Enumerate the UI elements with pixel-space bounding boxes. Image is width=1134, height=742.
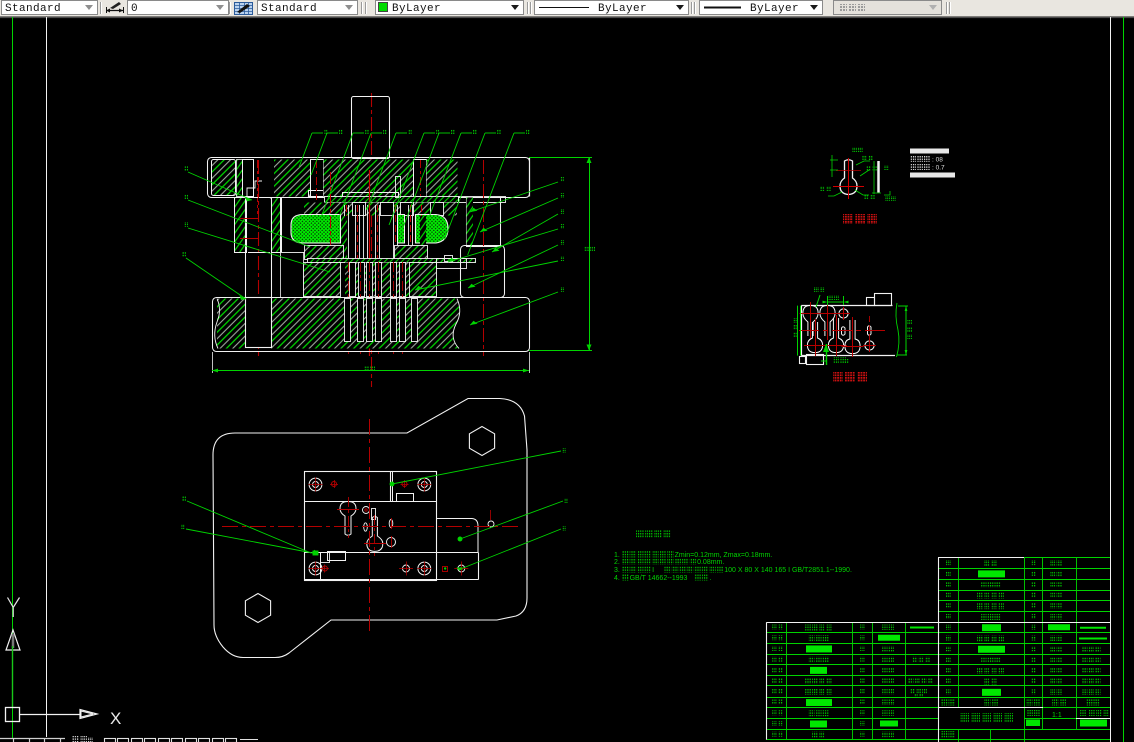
svg-text:0.08mm.: 0.08mm.: [697, 559, 724, 566]
svg-text:.: .: [709, 575, 711, 582]
svg-text:: 08: : 08: [932, 157, 943, 164]
svg-text:GB/T 14662--1993: GB/T 14662--1993: [630, 575, 688, 582]
svg-text:I: I: [652, 567, 654, 574]
svg-text:0: 0: [131, 3, 138, 15]
svg-text:Zmin=0.12mm, Zmax=0.18mm.: Zmin=0.12mm, Zmax=0.18mm.: [675, 552, 773, 559]
svg-text:X: X: [110, 709, 121, 728]
svg-text:3.: 3.: [614, 567, 620, 574]
svg-text:ByLayer: ByLayer: [392, 3, 441, 15]
svg-text:Standard: Standard: [5, 3, 61, 15]
svg-text:1:1: 1:1: [1052, 712, 1062, 719]
svg-text:4.: 4.: [614, 575, 620, 582]
svg-text:: 0.7: : 0.7: [932, 165, 945, 172]
svg-text:ByLayer: ByLayer: [598, 3, 647, 15]
svg-text:Standard: Standard: [261, 3, 317, 15]
svg-text:1.: 1.: [614, 552, 620, 559]
svg-text:2.: 2.: [614, 559, 620, 566]
svg-text:ByLayer: ByLayer: [750, 3, 799, 15]
svg-text:100 X 80 X 140 165 I GB/T2851.: 100 X 80 X 140 165 I GB/T2851.1--1990.: [724, 567, 852, 574]
